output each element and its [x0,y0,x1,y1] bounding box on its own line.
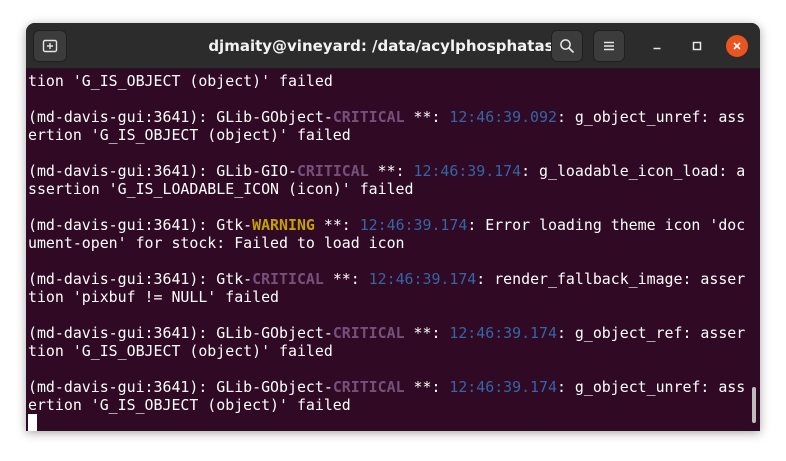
log-text: (md-davis-gui:3641): GLib-GIO- [28,162,297,180]
terminal-line: (md-davis-gui:3641): GLib-GObject-CRITIC… [28,108,745,126]
maximize-icon [692,41,702,51]
scrollbar-thumb[interactable] [752,387,756,423]
terminal-line: (md-davis-gui:3641): GLib-GObject-CRITIC… [28,378,745,396]
timestamp: 12:46:39.174 [449,378,557,396]
terminal-line: (md-davis-gui:3641): GLib-GObject-CRITIC… [28,324,745,342]
log-text: tion 'pixbuf != NULL' failed [28,288,280,306]
search-icon [560,39,574,53]
timestamp: 12:46:39.174 [359,216,468,234]
log-text: : g_object_unref: ass [556,378,746,396]
log-text: (md-davis-gui:3641): GLib-GObject- [28,378,333,396]
critical-label: CRITICAL [252,270,324,288]
close-icon [733,42,741,50]
text-cursor [28,414,37,431]
terminal-line: ertion 'G_IS_OBJECT (object)' failed [28,126,745,144]
log-text: : Error loading theme icon 'doc [467,216,746,234]
log-text: **: [404,108,450,126]
terminal-line: ument-open' for stock: Failed to load ic… [28,234,745,252]
close-button[interactable] [726,35,748,57]
log-text: : render_fallback_image: asser [476,270,746,288]
log-text: tion 'G_IS_OBJECT (object)' failed [28,72,333,90]
log-text: ertion 'G_IS_OBJECT (object)' failed [28,396,351,414]
terminal-line: tion 'G_IS_OBJECT (object)' failed [28,72,745,90]
new-tab-button[interactable] [33,30,67,62]
timestamp: 12:46:39.174 [413,162,522,180]
new-tab-icon [42,39,58,53]
terminal-window: djmaity@vineyard: /data/acylphosphatase [26,23,760,431]
search-button[interactable] [551,30,583,62]
log-text: (md-davis-gui:3641): GLib-GObject- [28,324,333,342]
timestamp: 12:46:39.174 [368,270,477,288]
timestamp: 12:46:39.174 [449,324,557,342]
log-text: : g_object_ref: asser [556,324,746,342]
terminal-line: ertion 'G_IS_OBJECT (object)' failed [28,396,745,414]
terminal-lines: tion 'G_IS_OBJECT (object)' failed (md-da… [28,72,745,431]
terminal-line: (md-davis-gui:3641): GLib-GIO-CRITICAL *… [28,162,745,180]
timestamp: 12:46:39.092 [449,108,557,126]
warning-label: WARNING [252,216,315,234]
log-text: **: [404,378,450,396]
log-text: : g_object_unref: ass [556,108,746,126]
log-text: ument-open' for stock: Failed to load ic… [28,234,405,252]
title-bar[interactable]: djmaity@vineyard: /data/acylphosphatase [26,23,760,69]
terminal-line: tion 'G_IS_OBJECT (object)' failed [28,342,745,360]
critical-label: CRITICAL [332,378,405,396]
critical-label: CRITICAL [296,162,369,180]
minimize-button[interactable] [646,35,668,57]
log-text: (md-davis-gui:3641): Gtk- [28,216,253,234]
log-text: **: [368,162,414,180]
maximize-button[interactable] [686,35,708,57]
log-text: : g_loadable_icon_load: a [521,162,746,180]
hamburger-menu-icon [604,41,614,51]
log-text: tion 'G_IS_OBJECT (object)' failed [28,342,333,360]
terminal-output[interactable]: tion 'G_IS_OBJECT (object)' failed (md-da… [26,69,760,431]
terminal-line: ssertion 'G_IS_LOADABLE_ICON (icon)' fai… [28,180,745,198]
terminal-line: tion 'pixbuf != NULL' failed [28,288,745,306]
log-text: **: [314,216,360,234]
log-text: (md-davis-gui:3641): Gtk- [28,270,253,288]
log-text: **: [404,324,450,342]
prompt-line[interactable] [28,414,745,431]
terminal-line: (md-davis-gui:3641): Gtk-WARNING **: 12:… [28,216,745,234]
critical-label: CRITICAL [332,324,405,342]
window-title: djmaity@vineyard: /data/acylphosphatase [208,37,564,55]
log-text: ssertion 'G_IS_LOADABLE_ICON (icon)' fai… [28,180,414,198]
menu-button[interactable] [593,30,625,62]
log-text: ertion 'G_IS_OBJECT (object)' failed [28,126,351,144]
log-text: **: [323,270,369,288]
minimize-icon [653,47,661,50]
critical-label: CRITICAL [332,108,405,126]
terminal-line: (md-davis-gui:3641): Gtk-CRITICAL **: 12… [28,270,745,288]
log-text: (md-davis-gui:3641): GLib-GObject- [28,108,333,126]
